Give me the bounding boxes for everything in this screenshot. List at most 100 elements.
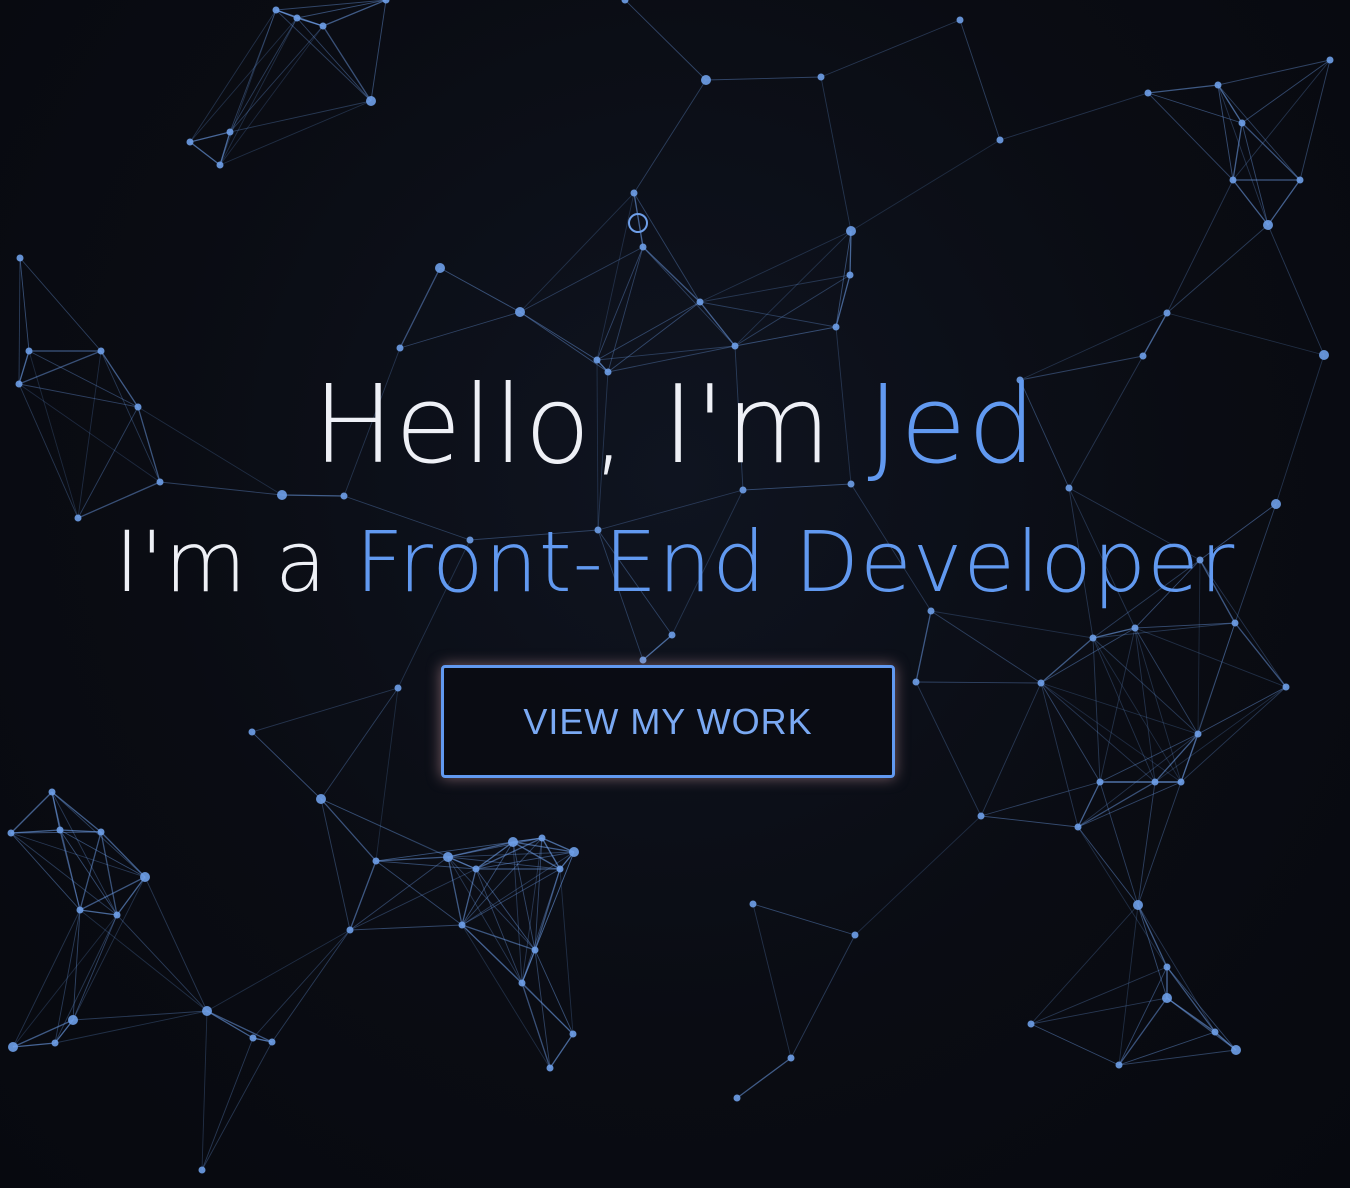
network-node [508,837,518,847]
network-link [201,1041,273,1171]
network-node [1263,220,1273,230]
network-link [51,791,118,916]
network-node [1319,350,1329,360]
network-node [518,979,526,987]
network-link [1154,686,1287,783]
network-link [1040,627,1136,684]
network-link [100,831,146,878]
network-link [79,831,102,911]
network-node [140,872,150,882]
network-link [1166,966,1216,1033]
network-node [731,342,739,350]
network-node [316,794,326,804]
network-link [375,860,463,926]
network-link [854,815,982,936]
network-link [1118,1031,1216,1066]
network-link [959,19,1001,141]
network-node [639,243,647,251]
network-link [980,781,1101,817]
network-node [1027,1020,1035,1028]
network-link [980,815,1079,828]
network-link [915,681,982,817]
network-node [202,1006,212,1016]
network-node [97,347,105,355]
network-link [519,311,598,361]
network-link [1092,622,1236,639]
network-node [1326,56,1334,64]
network-node [249,1034,257,1042]
network-node [394,684,402,692]
network-node [56,826,64,834]
network-node [1151,778,1159,786]
network-node [749,900,757,908]
network-link [1137,904,1168,968]
network-link [549,1033,574,1069]
hero-section: Hello, I'm Jed I'm a Front-End Developer… [0,0,1350,1188]
network-link [1134,627,1199,735]
network-node [996,136,1004,144]
network-node [1096,778,1104,786]
network-link [447,856,536,951]
network-node [538,834,546,842]
network-node [851,931,859,939]
network-node [1211,1028,1219,1036]
network-link [275,0,387,11]
network-link [1137,781,1156,906]
network-node [1074,823,1082,831]
network-node [277,490,287,500]
network-link [1099,627,1136,783]
network-link [201,1037,254,1171]
network-link [1166,312,1325,356]
network-link [1040,637,1094,684]
network-link [475,868,536,951]
network-node [846,226,856,236]
network-link [642,246,736,347]
network-link [1217,84,1269,226]
network-link [1118,966,1168,1066]
network-node [1163,309,1171,317]
network-link [521,868,561,984]
network-link [1166,224,1269,314]
hero-role-line: I'm a Front-End Developer [0,512,1350,612]
network-node [1194,730,1202,738]
network-node [696,298,704,306]
view-my-work-button[interactable]: VIEW MY WORK [441,665,895,778]
network-link [206,1010,254,1039]
network-link [12,914,118,1048]
network-link [1030,904,1139,1025]
network-link [752,903,856,936]
network-node [51,1039,59,1047]
network-node [569,847,579,857]
network-link [521,837,543,984]
network-node [382,0,390,4]
network-node [1139,352,1147,360]
network-link [596,246,644,361]
network-link [1267,179,1301,226]
network-link [51,791,146,878]
network-link [206,929,351,1012]
network-link [850,139,1001,232]
network-link [252,929,351,1039]
network-node [787,1054,795,1062]
network-link [1092,637,1182,783]
network-link [251,731,322,800]
network-node [97,828,105,836]
network-node [1231,619,1239,627]
network-node [346,926,354,934]
network-node [48,788,56,796]
network-link [399,311,521,349]
network-link [736,1057,792,1099]
network-link [59,829,81,911]
network-node [319,22,327,30]
network-node [569,1030,577,1038]
network-link [1118,1049,1237,1066]
network-node [1296,176,1304,184]
network-link [219,25,324,166]
network-node [113,911,121,919]
network-link [820,76,852,232]
network-link [1147,84,1219,94]
network-node [701,75,711,85]
network-link [475,868,523,984]
network-link [1166,997,1237,1051]
network-link [1147,92,1234,181]
